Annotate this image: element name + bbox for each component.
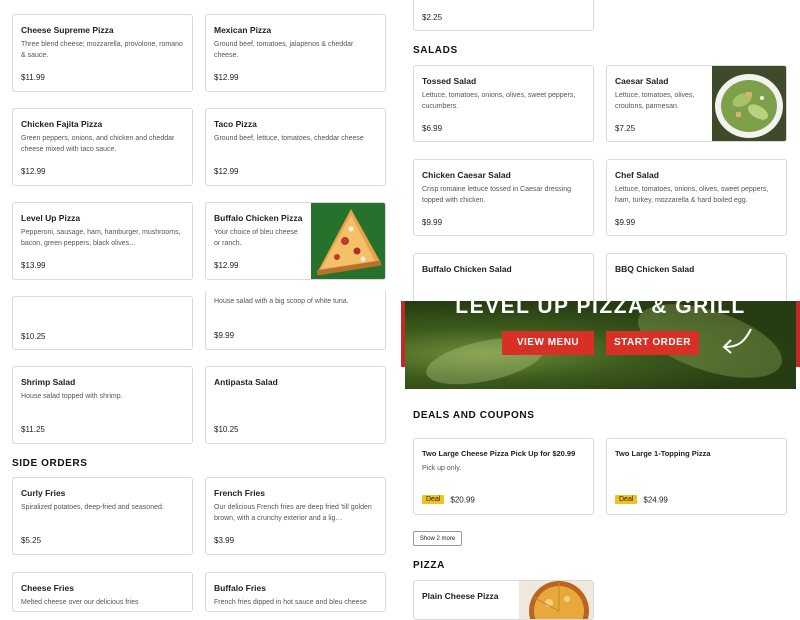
deals-heading: DEALS AND COUPONS [413, 410, 535, 421]
item-price: $10.25 [21, 332, 46, 341]
deal-description: Pick up only. [422, 465, 462, 472]
item-description: Pepperoni, sausage, ham, hamburger, mush… [21, 229, 181, 247]
menu-item-card[interactable]: Level Up Pizza Pepperoni, sausage, ham, … [12, 202, 193, 280]
item-description: Our delicious French fries are deep frie… [214, 504, 372, 522]
menu-item-card[interactable]: Caesar Salad Lettuce, tomatoes, olives, … [606, 65, 787, 142]
item-name: Level Up Pizza [21, 213, 81, 223]
item-name: Tossed Salad [422, 76, 477, 86]
start-order-button[interactable]: START ORDER [606, 331, 699, 355]
item-name: French Fries [214, 488, 266, 498]
item-price: $12.99 [214, 167, 239, 176]
item-description: Ground beef, lettuce, tomatoes, cheddar … [214, 135, 364, 142]
item-name: Mexican Pizza [214, 25, 272, 35]
item-price: $3.99 [214, 536, 235, 545]
item-description: French fries dipped in hot sauce and ble… [214, 599, 367, 606]
item-name: Chef Salad [615, 170, 659, 180]
item-name: Chicken Fajita Pizza [21, 119, 103, 129]
caesar-salad-image [712, 66, 786, 141]
side-orders-heading: SIDE ORDERS [12, 458, 88, 469]
item-price: $9.99 [615, 218, 636, 227]
menu-item-card[interactable]: Tossed Salad Lettuce, tomatoes, onions, … [413, 65, 594, 142]
menu-item-card[interactable]: Cheese Fries Melted cheese over our deli… [12, 572, 193, 612]
item-name: Cheese Supreme Pizza [21, 25, 114, 35]
item-description: Lettuce, tomatoes, onions, olives, sweet… [615, 186, 769, 204]
show-more-button[interactable]: Show 2 more [413, 531, 462, 546]
cheese-pizza-image [519, 581, 593, 619]
item-price: $12.99 [214, 261, 239, 270]
item-price: $12.99 [214, 73, 239, 82]
item-description: Your choice of bleu cheese or ranch. [214, 229, 298, 247]
deal-price: $24.99 [643, 495, 668, 505]
menu-item-card[interactable]: Curly Fries Spiralized potatoes, deep-fr… [12, 477, 193, 555]
menu-item-card[interactable]: Mexican Pizza Ground beef, tomatoes, jal… [205, 14, 386, 92]
item-price: $2.25 [422, 13, 443, 22]
item-name: Cheese Fries [21, 583, 74, 593]
item-name: Caesar Salad [615, 76, 669, 86]
item-name: Curly Fries [21, 488, 66, 498]
item-price: $5.25 [21, 536, 42, 545]
menu-item-card[interactable]: $2.25 [413, 0, 594, 31]
item-name: Taco Pizza [214, 119, 257, 129]
menu-item-card[interactable]: Chicken Fajita Pizza Green peppers, onio… [12, 108, 193, 186]
item-price: $9.99 [422, 218, 443, 227]
menu-item-card[interactable]: Chef Salad Lettuce, tomatoes, onions, ol… [606, 159, 787, 236]
banner-heading: LEVEL UP PIZZA & GRILL [455, 301, 746, 318]
salads-heading: SALADS [413, 45, 458, 56]
deal-card[interactable]: Two Large Cheese Pizza Pick Up for $20.9… [413, 438, 594, 515]
item-description: House salad with a big scoop of white tu… [214, 298, 349, 305]
menu-item-card[interactable]: Taco Pizza Ground beef, lettuce, tomatoe… [205, 108, 386, 186]
item-description: Three blend cheese; mozzarella, provolon… [21, 41, 183, 59]
menu-item-card[interactable]: House salad with a big scoop of white tu… [205, 290, 386, 350]
curved-arrow-icon [722, 328, 752, 354]
menu-item-card[interactable]: Plain Cheese Pizza [413, 580, 594, 620]
item-description: Lettuce, tomatoes, onions, olives, sweet… [422, 92, 576, 110]
menu-item-card[interactable]: Shrimp Salad House salad topped with shr… [12, 366, 193, 444]
item-name: BBQ Chicken Salad [615, 264, 695, 274]
item-description: Lettuce, tomatoes, olives, croutons, par… [615, 92, 695, 110]
item-description: Spiralized potatoes, deep-fried and seas… [21, 504, 164, 511]
menu-item-card[interactable]: French Fries Our delicious French fries … [205, 477, 386, 555]
deal-price-row: Deal $20.99 [422, 495, 475, 505]
item-description: Green peppers, onions, and chicken and c… [21, 135, 175, 153]
deal-name: Two Large Cheese Pizza Pick Up for $20.9… [422, 449, 576, 458]
item-name: Buffalo Fries [214, 583, 266, 593]
deal-price-row: Deal $24.99 [615, 495, 668, 505]
item-description: Melted cheese over our delicious fries [21, 599, 139, 606]
item-price: $11.25 [21, 425, 45, 434]
item-price: $7.25 [615, 124, 636, 133]
menu-item-card[interactable]: Antipasta Salad $10.25 [205, 366, 386, 444]
item-price: $12.99 [21, 167, 46, 176]
hero-banner: LEVEL UP PIZZA & GRILL VIEW MENU START O… [401, 301, 800, 389]
view-menu-button[interactable]: VIEW MENU [502, 331, 594, 355]
deal-name: Two Large 1-Topping Pizza [615, 449, 711, 458]
item-price: $9.99 [214, 331, 235, 340]
deal-card[interactable]: Two Large 1-Topping Pizza Deal $24.99 [606, 438, 787, 515]
item-name: Antipasta Salad [214, 377, 278, 387]
item-name: Chicken Caesar Salad [422, 170, 511, 180]
pizza-slice-image [311, 203, 385, 279]
deal-badge: Deal [615, 495, 638, 505]
item-name: Buffalo Chicken Salad [422, 264, 512, 274]
item-description: Crisp romaine lettuce tossed in Caesar d… [422, 186, 572, 204]
item-name: Buffalo Chicken Pizza [214, 213, 303, 223]
menu-item-card[interactable]: Cheese Supreme Pizza Three blend cheese;… [12, 14, 193, 92]
menu-item-card[interactable]: Chicken Caesar Salad Crisp romaine lettu… [413, 159, 594, 236]
menu-item-card[interactable]: $10.25 [12, 296, 193, 350]
item-description: Ground beef, tomatoes, jalapenos & chedd… [214, 41, 354, 59]
pizza-heading: PIZZA [413, 560, 445, 571]
deal-price: $20.99 [450, 495, 475, 505]
menu-item-card[interactable]: Buffalo Fries French fries dipped in hot… [205, 572, 386, 612]
deal-badge: Deal [422, 495, 445, 505]
item-name: Shrimp Salad [21, 377, 76, 387]
item-price: $13.99 [21, 261, 46, 270]
item-price: $10.25 [214, 425, 239, 434]
item-price: $11.99 [21, 73, 45, 82]
menu-item-card[interactable]: Buffalo Chicken Pizza Your choice of ble… [205, 202, 386, 280]
item-price: $6.99 [422, 124, 443, 133]
item-description: House salad topped with shrimp. [21, 393, 123, 400]
